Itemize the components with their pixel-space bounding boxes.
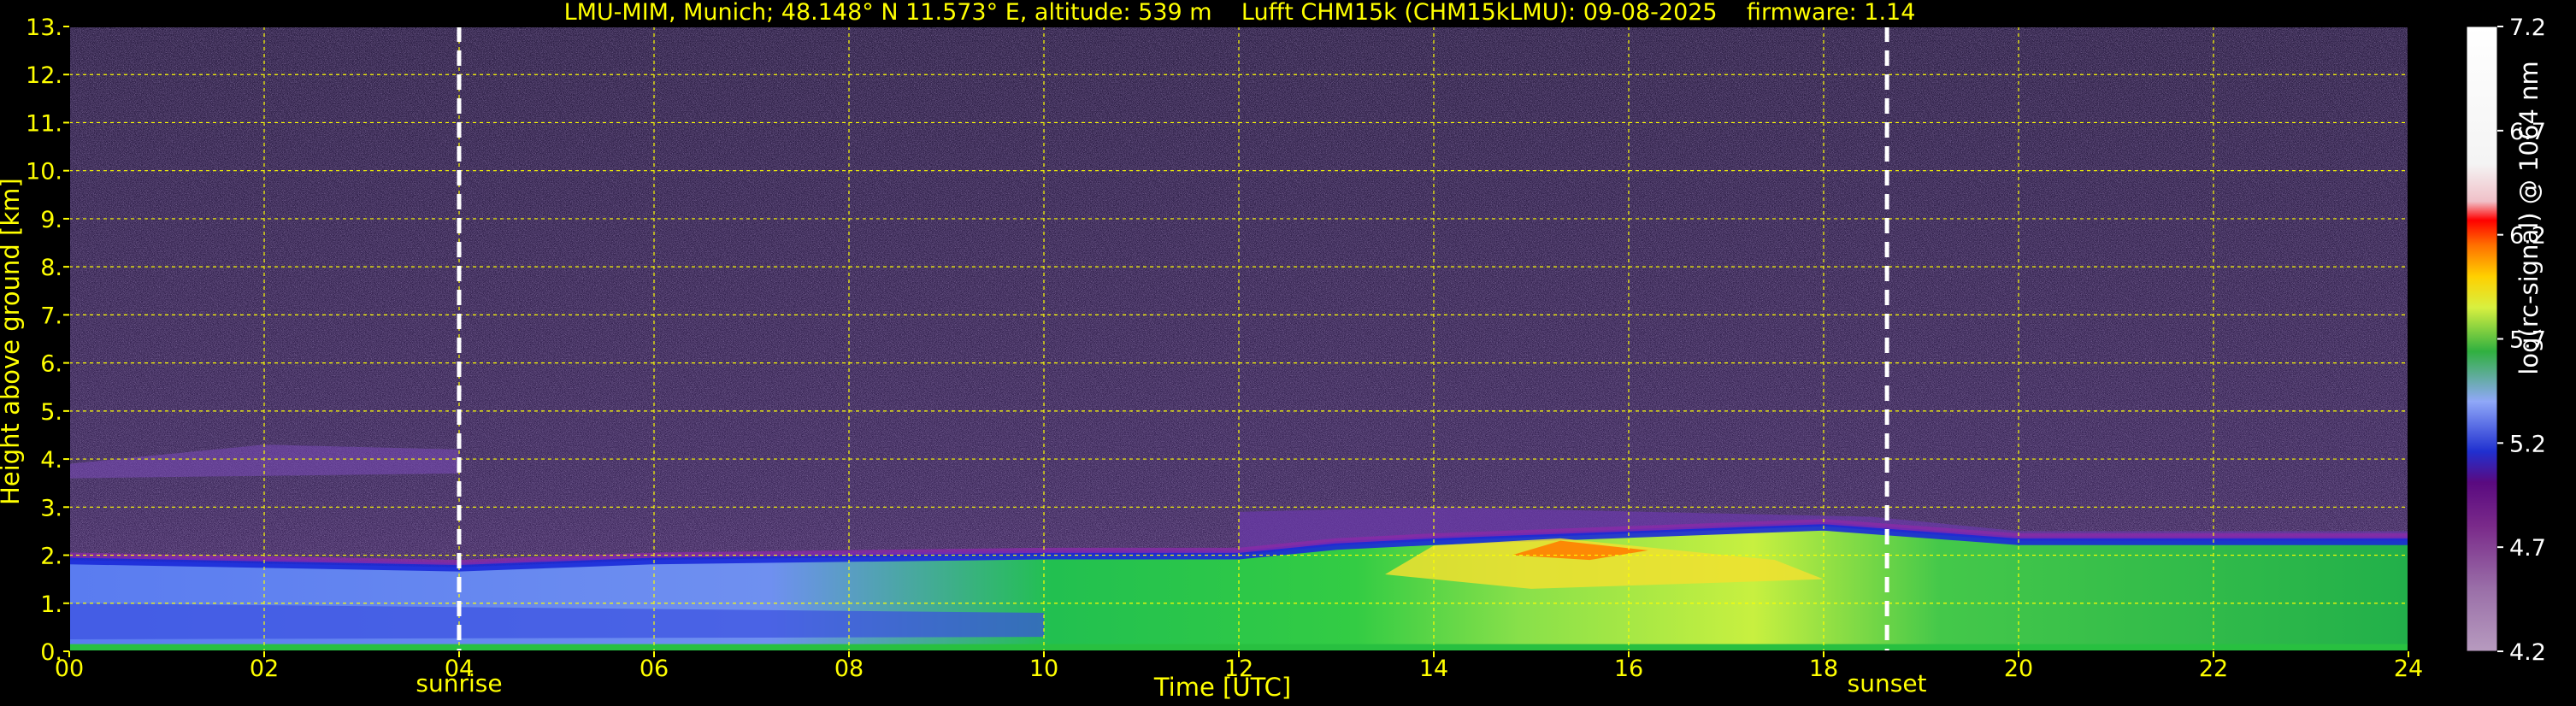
y-tick-label: 4. — [40, 447, 62, 474]
x-tick-label: 22 — [2199, 656, 2228, 682]
y-tick-label: 10. — [26, 159, 62, 185]
y-tick-label: 8. — [40, 255, 62, 281]
colorbar-scale — [2466, 26, 2498, 652]
y-tick-label: 3. — [40, 495, 62, 521]
colorbar-label: log(rc-signal) @ 1064 nm — [2514, 61, 2544, 375]
x-tick-label: 06 — [640, 656, 669, 682]
x-tick-label: 20 — [2004, 656, 2033, 682]
y-tick-label: 5. — [40, 399, 62, 426]
colorbar-tick-label: 5.2 — [2509, 431, 2546, 457]
y-axis-label: Height above ground [km] — [0, 178, 25, 505]
x-tick-label: 08 — [834, 656, 864, 682]
y-tick-label: 9. — [40, 207, 62, 233]
y-tick-label: 1. — [40, 591, 62, 618]
y-tick-label: 12. — [26, 62, 62, 89]
lidar-plot: 00 02 04 06 08 10 12 14 16 18 20 22 240.1.2.3.4.5.6.… — [26, 15, 2546, 682]
y-tick-label: 6. — [40, 351, 62, 378]
x-axis-label: Time [UTC] — [1153, 673, 1292, 702]
sunset-label: sunset — [1847, 669, 1927, 697]
x-tick-label: 24 — [2394, 656, 2423, 682]
colorbar-tick-label: 4.7 — [2509, 535, 2546, 562]
chart-title: LMU-MIM, Munich; 48.148° N 11.573° E, al… — [563, 0, 1916, 26]
x-tick-label: 16 — [1614, 656, 1643, 682]
plot-area — [68, 26, 2408, 651]
x-tick-label: 02 — [250, 656, 279, 682]
x-tick-label: 10 — [1029, 656, 1058, 682]
colorbar-tick-label: 4.2 — [2509, 639, 2546, 666]
y-tick-label: 7. — [40, 303, 62, 329]
sunrise-label: sunrise — [416, 669, 503, 697]
y-tick-label: 11. — [26, 110, 62, 137]
x-tick-label: 14 — [1419, 656, 1448, 682]
y-tick-label: 2. — [40, 544, 62, 570]
y-tick-label: 0. — [40, 639, 62, 666]
